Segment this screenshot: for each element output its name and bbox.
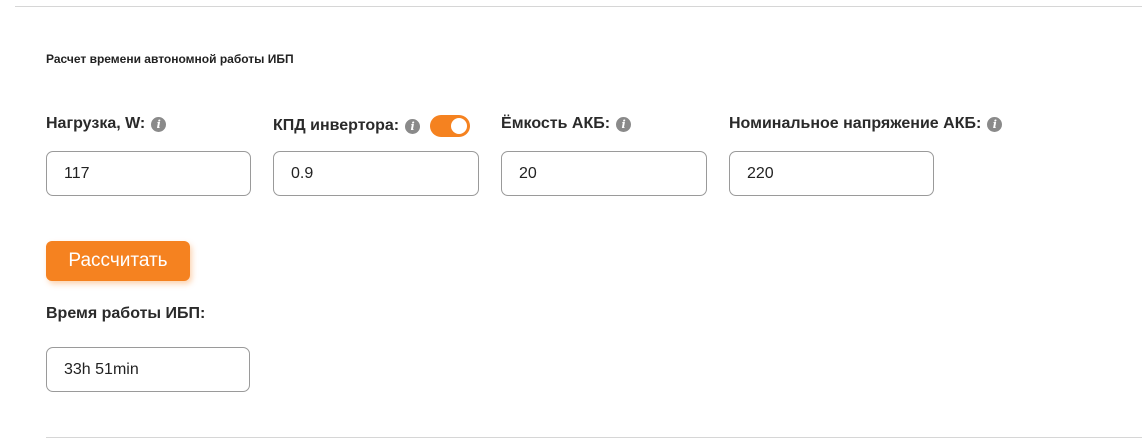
load-label: Нагрузка, W: i bbox=[46, 115, 167, 133]
efficiency-field: % bbox=[273, 151, 479, 196]
efficiency-input[interactable] bbox=[274, 163, 478, 184]
capacity-input[interactable] bbox=[502, 163, 706, 184]
top-divider bbox=[15, 6, 1142, 7]
result-value: 33h 51min bbox=[64, 360, 139, 378]
voltage-input[interactable] bbox=[730, 163, 933, 184]
capacity-label-text: Ёмкость АКБ: bbox=[501, 115, 611, 132]
info-icon[interactable]: i bbox=[405, 118, 421, 134]
voltage-field: V bbox=[729, 151, 934, 196]
load-input[interactable] bbox=[47, 163, 250, 184]
info-icon[interactable]: i bbox=[151, 116, 167, 132]
efficiency-label-text: КПД инвертора: bbox=[273, 117, 400, 134]
result-label: Время работы ИБП: bbox=[46, 305, 206, 322]
load-field: W bbox=[46, 151, 251, 196]
capacity-label: Ёмкость АКБ: i bbox=[501, 115, 632, 133]
efficiency-toggle[interactable] bbox=[430, 115, 471, 137]
calculate-button[interactable]: Рассчитать bbox=[46, 241, 190, 281]
info-icon[interactable]: i bbox=[616, 116, 632, 132]
voltage-label-text: Номинальное напряжение АКБ: bbox=[729, 115, 982, 132]
capacity-field: Ah bbox=[501, 151, 707, 196]
calculator-title: Расчет времени автономной работы ИБП bbox=[46, 52, 294, 66]
voltage-label: Номинальное напряжение АКБ: i bbox=[729, 115, 1003, 133]
bottom-divider bbox=[46, 437, 1142, 438]
efficiency-label: КПД инвертора: i bbox=[273, 115, 471, 137]
load-label-text: Нагрузка, W: bbox=[46, 115, 146, 132]
result-field: 33h 51min bbox=[46, 347, 250, 392]
info-icon[interactable]: i bbox=[987, 116, 1003, 132]
